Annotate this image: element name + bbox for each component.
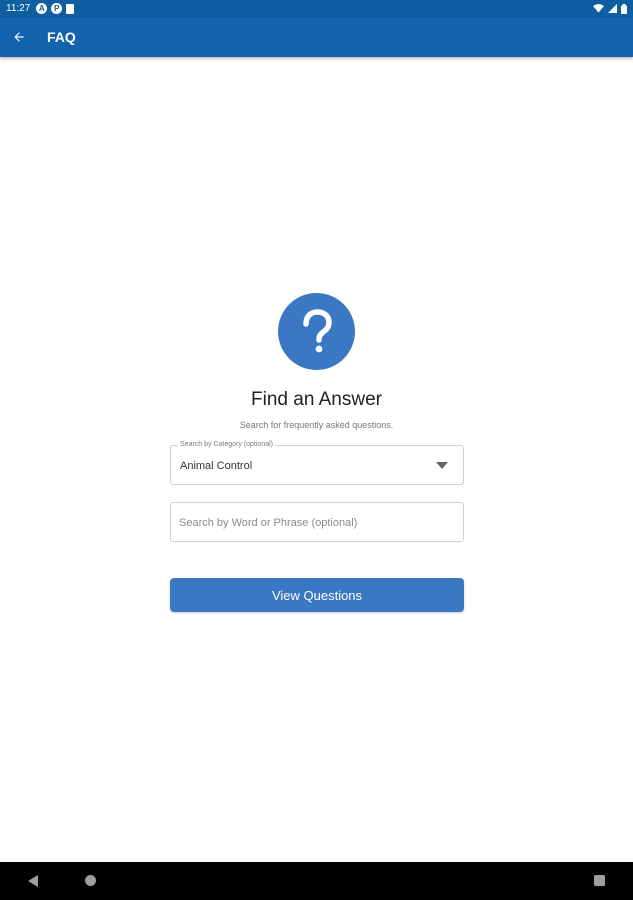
category-select[interactable]: Search by Category (optional) Animal Con… — [170, 441, 464, 485]
p-icon: P — [51, 3, 63, 14]
recents-square-icon[interactable] — [594, 875, 605, 886]
system-icons — [593, 3, 627, 14]
notification-icons: A P — [36, 3, 75, 14]
arrow-back-icon — [14, 32, 24, 42]
page-title: FAQ — [47, 29, 76, 45]
signal-icon — [608, 4, 617, 13]
search-field[interactable] — [170, 502, 464, 542]
find-answer-title: Find an Answer — [251, 389, 382, 410]
search-input[interactable] — [179, 513, 455, 533]
wifi-icon — [593, 4, 604, 13]
battery-icon — [621, 3, 627, 14]
back-triangle-icon[interactable] — [28, 875, 39, 887]
home-circle-icon[interactable] — [85, 875, 96, 886]
a-icon: A — [36, 3, 48, 14]
back-button[interactable] — [0, 17, 38, 57]
question-mark-icon — [278, 293, 355, 370]
system-nav-bar — [0, 862, 633, 900]
status-time: 11:27 — [6, 3, 31, 14]
view-questions-button[interactable]: View Questions — [170, 578, 464, 612]
category-label: Search by Category (optional) — [178, 441, 275, 448]
find-answer-subtitle: Search for frequently asked questions. — [239, 420, 394, 430]
app-bar: FAQ — [0, 17, 633, 57]
category-selected-value: Animal Control — [180, 460, 253, 472]
clipboard-icon — [66, 3, 75, 14]
status-bar: 11:27 A P — [0, 0, 633, 17]
dropdown-arrow-icon — [436, 462, 448, 469]
faq-content: Find an Answer Search for frequently ask… — [0, 57, 633, 862]
